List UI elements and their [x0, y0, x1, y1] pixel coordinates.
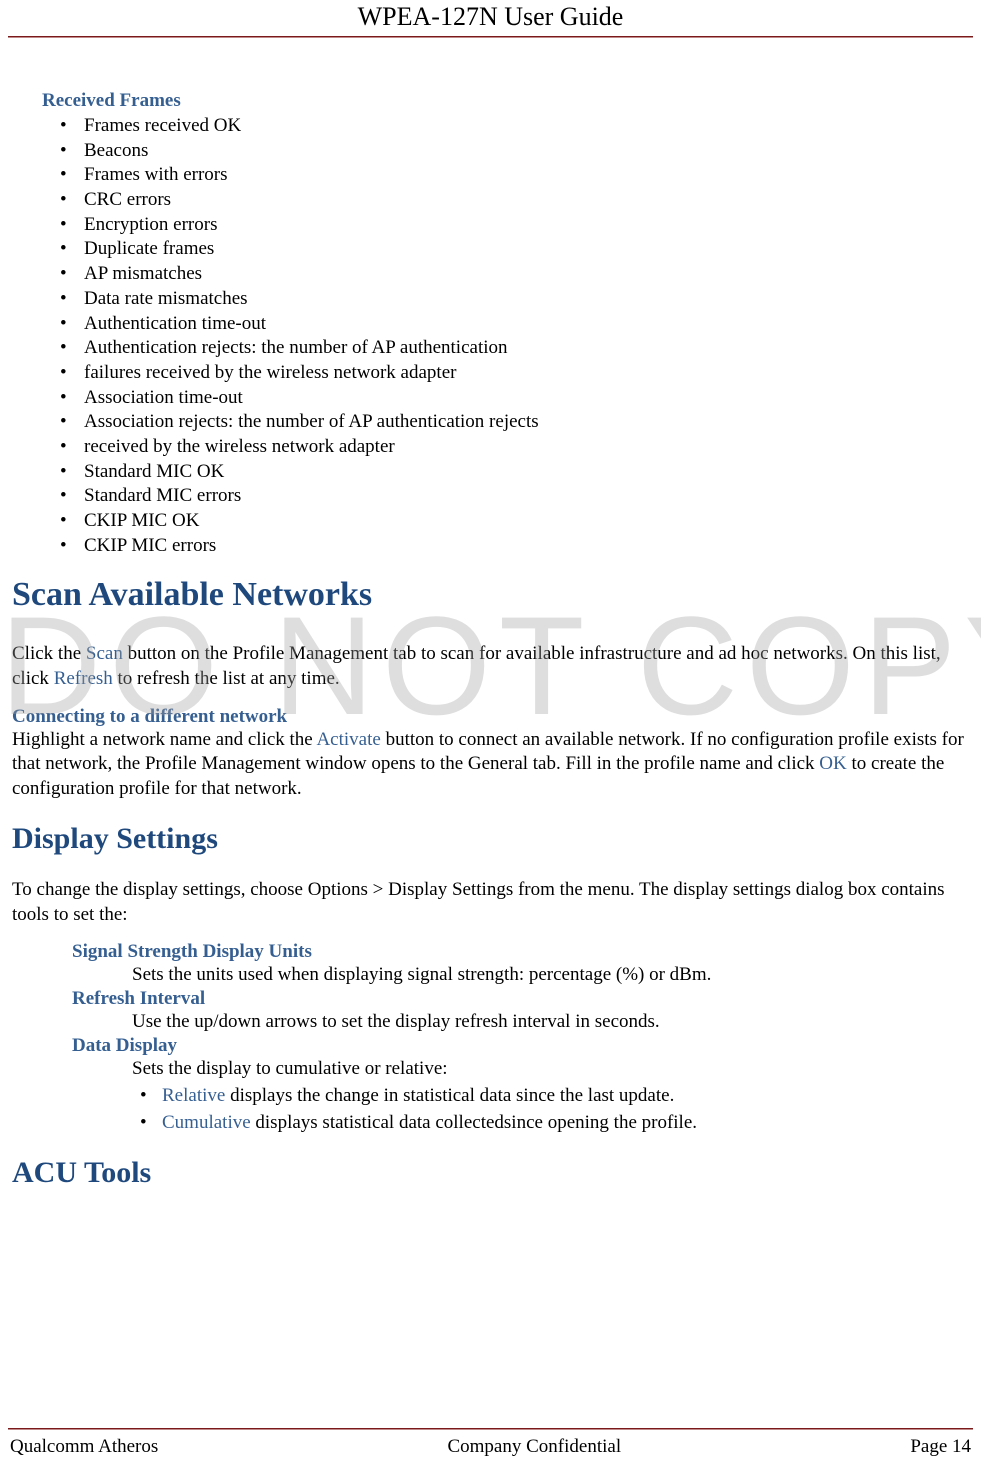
display-intro: To change the display settings, choose O… — [12, 878, 969, 927]
text-fragment: Click the — [12, 643, 86, 664]
list-item: Frames received OK — [84, 114, 969, 139]
text-fragment: Highlight a network name and click the — [12, 729, 316, 750]
header-rule — [8, 36, 973, 38]
list-item: Beacons — [84, 139, 969, 164]
list-item: AP mismatches — [84, 262, 969, 287]
signal-strength-desc: Sets the units used when displaying sign… — [132, 963, 969, 988]
cumulative-link: Cumulative — [162, 1112, 251, 1133]
list-item: CRC errors — [84, 188, 969, 213]
refresh-link: Refresh — [54, 668, 113, 689]
scan-heading: Scan Available Networks — [12, 576, 969, 614]
scan-link: Scan — [86, 643, 123, 664]
list-item: Authentication rejects: the number of AP… — [84, 336, 969, 361]
data-display-subheading: Data Display — [72, 1035, 969, 1057]
received-frames-list: Frames received OK Beacons Frames with e… — [12, 114, 969, 558]
list-item: Association time-out — [84, 386, 969, 411]
list-item: Relative displays the change in statisti… — [162, 1083, 969, 1110]
data-display-list: Relative displays the change in statisti… — [132, 1083, 969, 1136]
footer-left: Qualcomm Atheros — [10, 1436, 158, 1458]
text-fragment: to refresh the list at any time. — [113, 668, 340, 689]
page-header-title: WPEA-127N User Guide — [8, 0, 973, 36]
list-item: Authentication time-out — [84, 312, 969, 337]
list-item: Data rate mismatches — [84, 287, 969, 312]
scan-paragraph-2: Highlight a network name and click the A… — [12, 728, 969, 802]
list-item: Duplicate frames — [84, 237, 969, 262]
page-content: Received Frames Frames received OK Beaco… — [8, 40, 973, 1190]
received-frames-heading: Received Frames — [42, 90, 969, 112]
acu-tools-heading: ACU Tools — [12, 1156, 969, 1190]
list-item: Association rejects: the number of AP au… — [84, 410, 969, 435]
text-fragment: displays statistical data collectedsince… — [251, 1112, 697, 1133]
connecting-subheading: Connecting to a different network — [12, 706, 969, 728]
list-item: Frames with errors — [84, 163, 969, 188]
list-item: Encryption errors — [84, 213, 969, 238]
scan-paragraph-1: Click the Scan button on the Profile Man… — [12, 642, 969, 691]
list-item: Cumulative displays statistical data col… — [162, 1110, 969, 1137]
text-fragment: displays the change in statistical data … — [225, 1085, 674, 1106]
page-footer: Qualcomm Atheros Company Confidential Pa… — [8, 1428, 973, 1458]
signal-strength-subheading: Signal Strength Display Units — [72, 941, 969, 963]
footer-center: Company Confidential — [447, 1436, 621, 1458]
list-item: Standard MIC OK — [84, 460, 969, 485]
activate-link: Activate — [316, 729, 380, 750]
list-item: CKIP MIC errors — [84, 534, 969, 559]
data-display-intro: Sets the display to cumulative or relati… — [132, 1057, 969, 1082]
ok-link: OK — [819, 753, 846, 774]
refresh-interval-desc: Use the up/down arrows to set the displa… — [132, 1010, 969, 1035]
list-item: failures received by the wireless networ… — [84, 361, 969, 386]
footer-right: Page 14 — [910, 1436, 971, 1458]
display-settings-heading: Display Settings — [12, 822, 969, 856]
list-item: CKIP MIC OK — [84, 509, 969, 534]
footer-rule — [8, 1428, 973, 1430]
list-item: Standard MIC errors — [84, 484, 969, 509]
relative-link: Relative — [162, 1085, 225, 1106]
refresh-interval-subheading: Refresh Interval — [72, 988, 969, 1010]
list-item: received by the wireless network adapter — [84, 435, 969, 460]
